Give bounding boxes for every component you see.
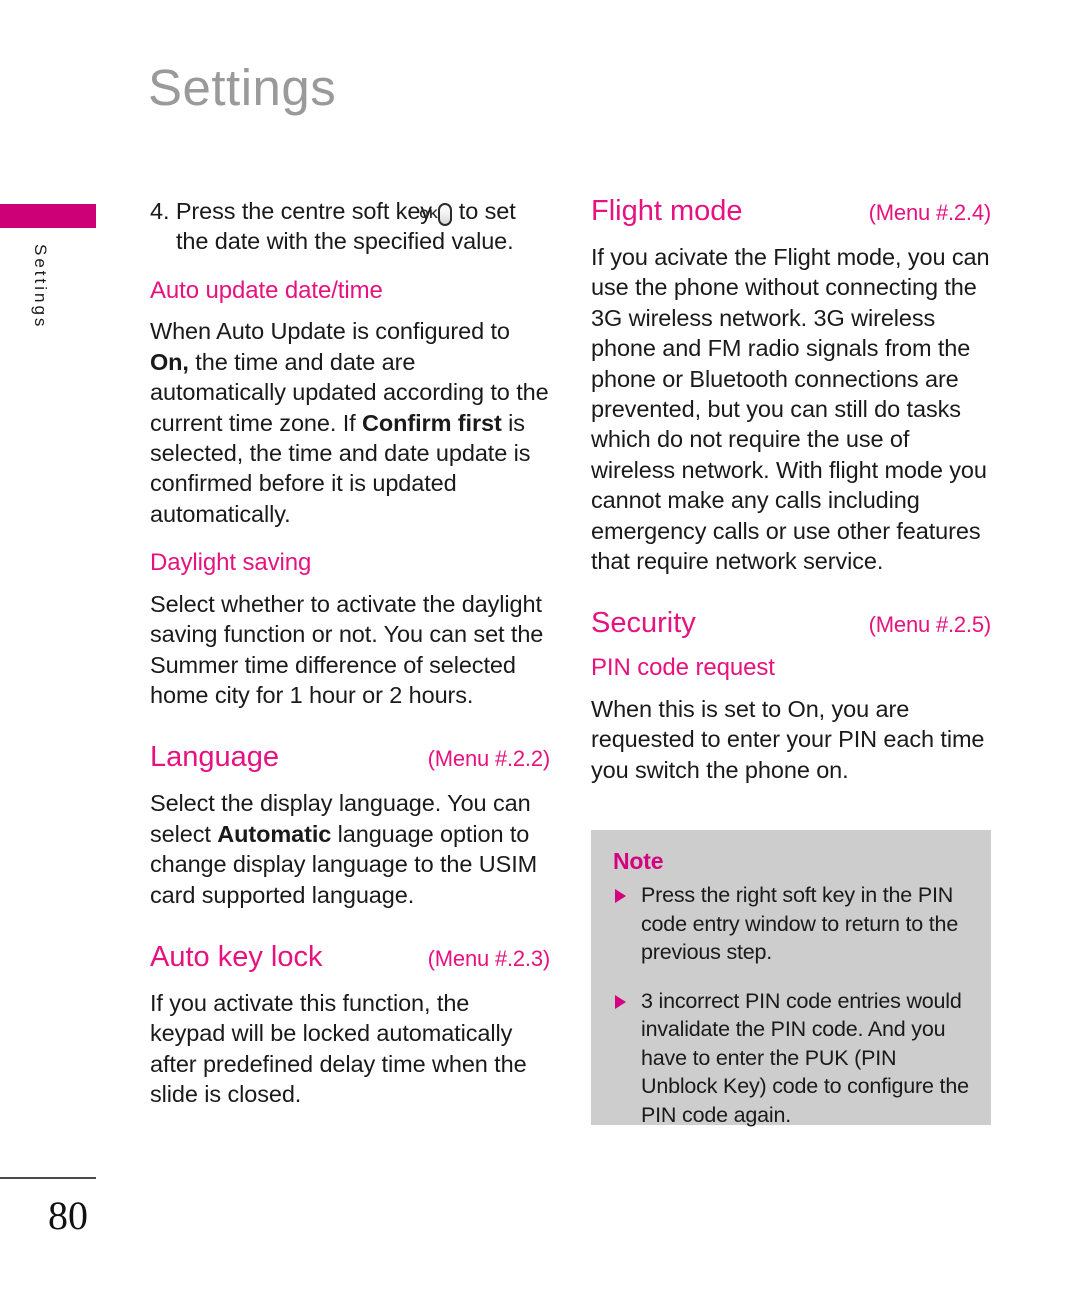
heading-auto-key-lock: Auto key lock: [150, 940, 323, 973]
ok-key-icon: OK: [419, 203, 453, 226]
triangle-bullet-icon: [615, 889, 626, 903]
section-heading-security: Security (Menu #.2.5): [591, 607, 992, 640]
heading-pin-code-request: PIN code request: [591, 654, 775, 682]
left-column: 4. Press the centre soft key OK to set t…: [150, 196, 550, 1130]
menu-reference-security: (Menu #.2.5): [868, 612, 992, 638]
footer-divider: [0, 1177, 96, 1179]
section-heading-flight-mode: Flight mode (Menu #.2.4): [591, 195, 992, 228]
paragraph-auto-update: When Auto Update is configured to On, th…: [150, 316, 550, 529]
menu-reference-language: (Menu #.2.2): [427, 746, 551, 772]
paragraph-flight-mode: If you acivate the Flight mode, you can …: [591, 243, 990, 574]
note-list-item: Press the right soft key in the PIN code…: [613, 881, 969, 967]
heading-daylight-saving: Daylight saving: [150, 549, 312, 577]
paragraph-language: Select the display language. You can sel…: [150, 788, 550, 910]
heading-flight-mode: Flight mode: [591, 195, 743, 227]
note-item-text: Press the right soft key in the PIN code…: [641, 883, 959, 964]
note-item-text: 3 incorrect PIN code entries would inval…: [641, 988, 969, 1127]
language-bold-automatic: Automatic: [217, 820, 332, 847]
paragraph-pin-code-request: When this is set to On, you are requeste…: [591, 695, 985, 783]
auto-update-bold-on: On,: [150, 348, 189, 375]
chapter-tab-color-bar: [0, 204, 96, 228]
page-number: 80: [48, 1193, 88, 1238]
note-title: Note: [613, 848, 664, 874]
section-heading-auto-key-lock: Auto key lock (Menu #.2.3): [150, 940, 551, 974]
heading-language: Language: [150, 741, 280, 774]
menu-reference-flight-mode: (Menu #.2.4): [868, 200, 992, 225]
note-list-item: 3 incorrect PIN code entries would inval…: [613, 987, 969, 1130]
section-heading-language: Language (Menu #.2.2): [150, 742, 550, 774]
right-column: Flight mode (Menu #.2.4) If you acivate …: [591, 195, 992, 805]
note-box: Note Press the right soft key in the PIN…: [591, 830, 991, 1127]
step-4-text-before: 4. Press the centre soft key: [150, 198, 439, 224]
menu-reference-auto-key-lock: (Menu #.2.3): [427, 945, 551, 971]
heading-auto-update-date-time: Auto update date/time: [150, 276, 383, 304]
chapter-tab-label: Settings: [31, 244, 50, 330]
paragraph-auto-key-lock: If you activate this function, the keypa…: [150, 989, 527, 1108]
paragraph-daylight-saving: Select whether to activate the daylight …: [150, 590, 544, 709]
step-4-instruction: 4. Press the centre soft key OK to set t…: [150, 196, 550, 257]
page-title: Settings: [148, 59, 337, 116]
chapter-tab-label-wrap: Settings: [0, 240, 96, 410]
heading-security: Security: [591, 607, 696, 640]
auto-update-bold-confirm-first: Confirm first: [362, 409, 502, 436]
auto-update-text-1: When Auto Update is configured to: [150, 318, 510, 345]
chapter-side-tab: Settings: [0, 204, 96, 329]
triangle-bullet-icon: [615, 994, 626, 1009]
